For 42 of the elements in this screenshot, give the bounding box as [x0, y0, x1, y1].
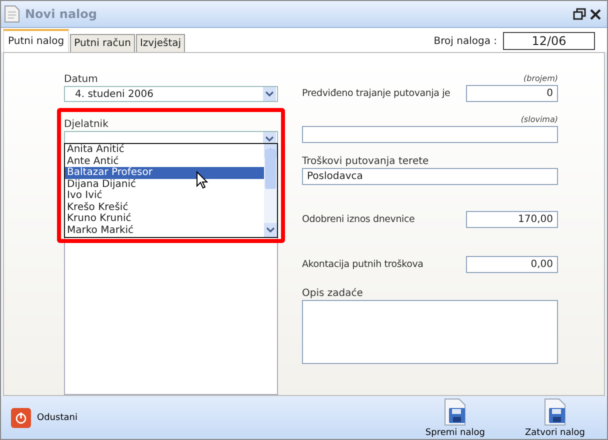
- cancel-button[interactable]: Odustani: [11, 408, 78, 428]
- power-icon: [15, 412, 27, 424]
- restore-icon[interactable]: [573, 8, 586, 20]
- dropdown-option[interactable]: Marko Markić: [65, 224, 264, 236]
- date-label: Datum: [64, 73, 99, 86]
- dropdown-option[interactable]: Kruno Krunić: [65, 213, 264, 224]
- date-dropdown[interactable]: 4. studeni 2006: [64, 86, 278, 102]
- field-label: Opis zadaće: [302, 288, 363, 299]
- order-number-label: Broj naloga :: [434, 36, 497, 46]
- field-label: Odobreni iznos dnevnice: [302, 213, 415, 226]
- field-label: Troškovi putovanja terete: [302, 156, 429, 167]
- chevron-down-icon: [265, 91, 274, 97]
- order-number-field: 12/06: [503, 32, 595, 50]
- field-label: Predviđeno trajanje putovanja je: [302, 87, 450, 100]
- field-hint: (brojem): [524, 73, 558, 85]
- save-button[interactable]: Spremi nalog: [425, 398, 485, 438]
- dropdown-option[interactable]: Baltazar Profesor: [65, 167, 264, 178]
- dropdown-option[interactable]: Krešo Krešić: [65, 202, 264, 213]
- close-icon[interactable]: [590, 8, 601, 20]
- window-title: Novi nalog: [25, 7, 98, 21]
- dropdown-option[interactable]: Ivo Ivić: [65, 190, 264, 202]
- field-label: Akontacija putnih troškova: [302, 258, 424, 271]
- text-area[interactable]: [302, 300, 558, 364]
- mouse-pointer-icon: [196, 171, 208, 189]
- dropdown-option[interactable]: Dijana Dijanić: [65, 178, 264, 190]
- input-field[interactable]: 0: [466, 85, 558, 102]
- input-field[interactable]: Poslodavca: [302, 168, 558, 185]
- document-icon: [3, 4, 21, 24]
- tab[interactable]: Putni račun: [70, 34, 135, 52]
- scrollbar[interactable]: [264, 144, 277, 237]
- save-button[interactable]: Zatvori nalog: [524, 398, 585, 438]
- tab[interactable]: Putni nalog: [3, 29, 70, 52]
- dropdown-option[interactable]: Anita Anitić: [65, 144, 264, 156]
- chevron-down-icon: [266, 227, 274, 233]
- employee-label: Djelatnik: [64, 118, 110, 131]
- field-hint: (slovima): [520, 114, 558, 126]
- input-field[interactable]: 170,00: [466, 211, 558, 228]
- chevron-down-icon: [265, 136, 274, 142]
- dropdown-option[interactable]: Ante Antić: [65, 156, 264, 167]
- input-field[interactable]: 0,00: [466, 256, 558, 273]
- input-field[interactable]: [302, 126, 558, 143]
- tab[interactable]: Izvještaj: [136, 34, 186, 52]
